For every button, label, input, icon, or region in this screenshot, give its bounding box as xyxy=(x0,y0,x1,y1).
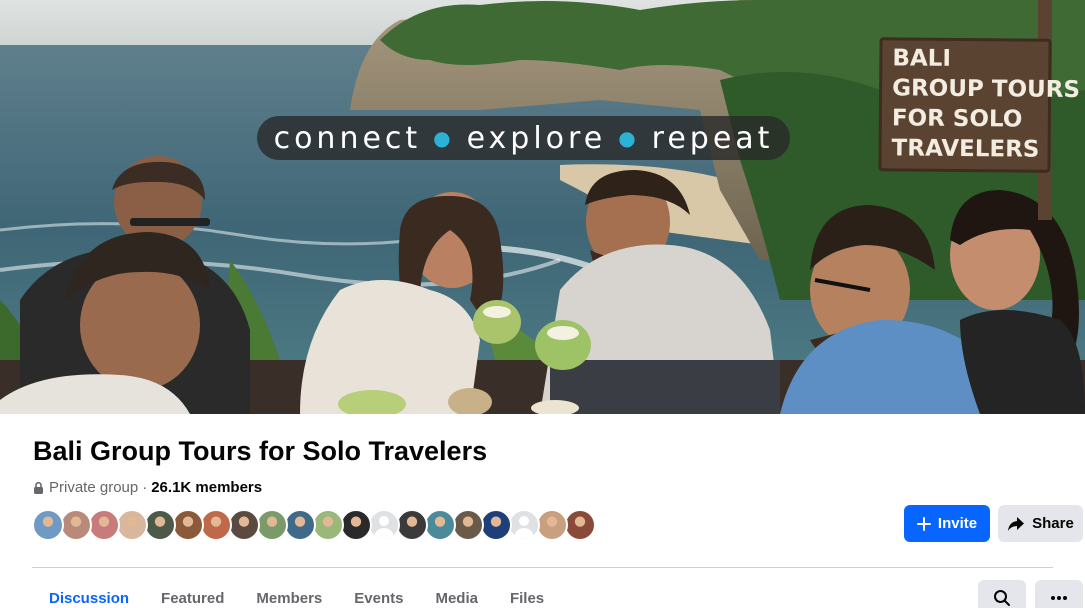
share-button[interactable]: Share xyxy=(998,505,1083,542)
cover-photo[interactable]: connect ● explore ● repeat BALI GROUP TO… xyxy=(0,0,1085,414)
share-label: Share xyxy=(1032,515,1074,532)
member-avatar[interactable] xyxy=(200,509,232,541)
member-avatar[interactable] xyxy=(424,509,456,541)
member-count[interactable]: 26.1K members xyxy=(151,479,262,496)
tab-media[interactable]: Media xyxy=(419,578,494,608)
member-avatar[interactable] xyxy=(88,509,120,541)
tagline-dot: ● xyxy=(618,126,640,150)
member-avatar[interactable] xyxy=(368,509,400,541)
member-avatar[interactable] xyxy=(536,509,568,541)
group-name[interactable]: Bali Group Tours for Solo Travelers xyxy=(33,436,487,467)
meta-separator: · xyxy=(142,479,148,496)
member-avatar-stack[interactable] xyxy=(32,509,596,541)
sign-line-1: BALI xyxy=(892,45,952,72)
invite-button[interactable]: Invite xyxy=(904,505,990,542)
member-avatar[interactable] xyxy=(312,509,344,541)
tab-discussion[interactable]: Discussion xyxy=(33,578,145,608)
tab-events[interactable]: Events xyxy=(338,578,419,608)
sign-line-2: GROUP TOURS xyxy=(892,75,1081,104)
search-button[interactable] xyxy=(978,580,1026,608)
invite-label: Invite xyxy=(937,515,978,532)
cover-wooden-sign: BALI GROUP TOURS FOR SOLO TRAVELERS xyxy=(878,37,1081,173)
member-avatar[interactable] xyxy=(340,509,372,541)
member-avatar[interactable] xyxy=(480,509,512,541)
member-avatar[interactable] xyxy=(508,509,540,541)
tagline-word-connect: connect xyxy=(273,120,422,156)
member-avatar[interactable] xyxy=(284,509,316,541)
group-meta: Private group · 26.1K members xyxy=(33,479,262,496)
sign-line-3: FOR SOLO xyxy=(891,105,1023,133)
lock-icon xyxy=(34,481,43,494)
member-avatar[interactable] xyxy=(144,509,176,541)
member-avatar[interactable] xyxy=(116,509,148,541)
member-avatar[interactable] xyxy=(564,509,596,541)
member-avatar[interactable] xyxy=(396,509,428,541)
tagline-word-explore: explore xyxy=(466,120,607,156)
member-avatar[interactable] xyxy=(228,509,260,541)
tab-members[interactable]: Members xyxy=(240,578,338,608)
sign-line-4: TRAVELERS xyxy=(891,135,1040,163)
member-avatar[interactable] xyxy=(172,509,204,541)
more-dots-icon xyxy=(1051,596,1067,600)
header-divider xyxy=(32,567,1053,568)
plus-icon xyxy=(916,516,931,531)
tab-files[interactable]: Files xyxy=(494,578,560,608)
cover-tagline: connect ● explore ● repeat xyxy=(257,116,790,160)
member-avatar[interactable] xyxy=(60,509,92,541)
group-tabs: Discussion Featured Members Events Media… xyxy=(33,578,560,608)
tagline-dot: ● xyxy=(433,126,455,150)
tagline-word-repeat: repeat xyxy=(651,120,774,156)
member-avatar[interactable] xyxy=(32,509,64,541)
member-avatar[interactable] xyxy=(452,509,484,541)
tab-featured[interactable]: Featured xyxy=(145,578,240,608)
share-arrow-icon xyxy=(1007,516,1025,532)
search-icon xyxy=(994,590,1010,606)
privacy-label[interactable]: Private group xyxy=(49,479,138,496)
more-options-button[interactable] xyxy=(1035,580,1083,608)
member-avatar[interactable] xyxy=(256,509,288,541)
